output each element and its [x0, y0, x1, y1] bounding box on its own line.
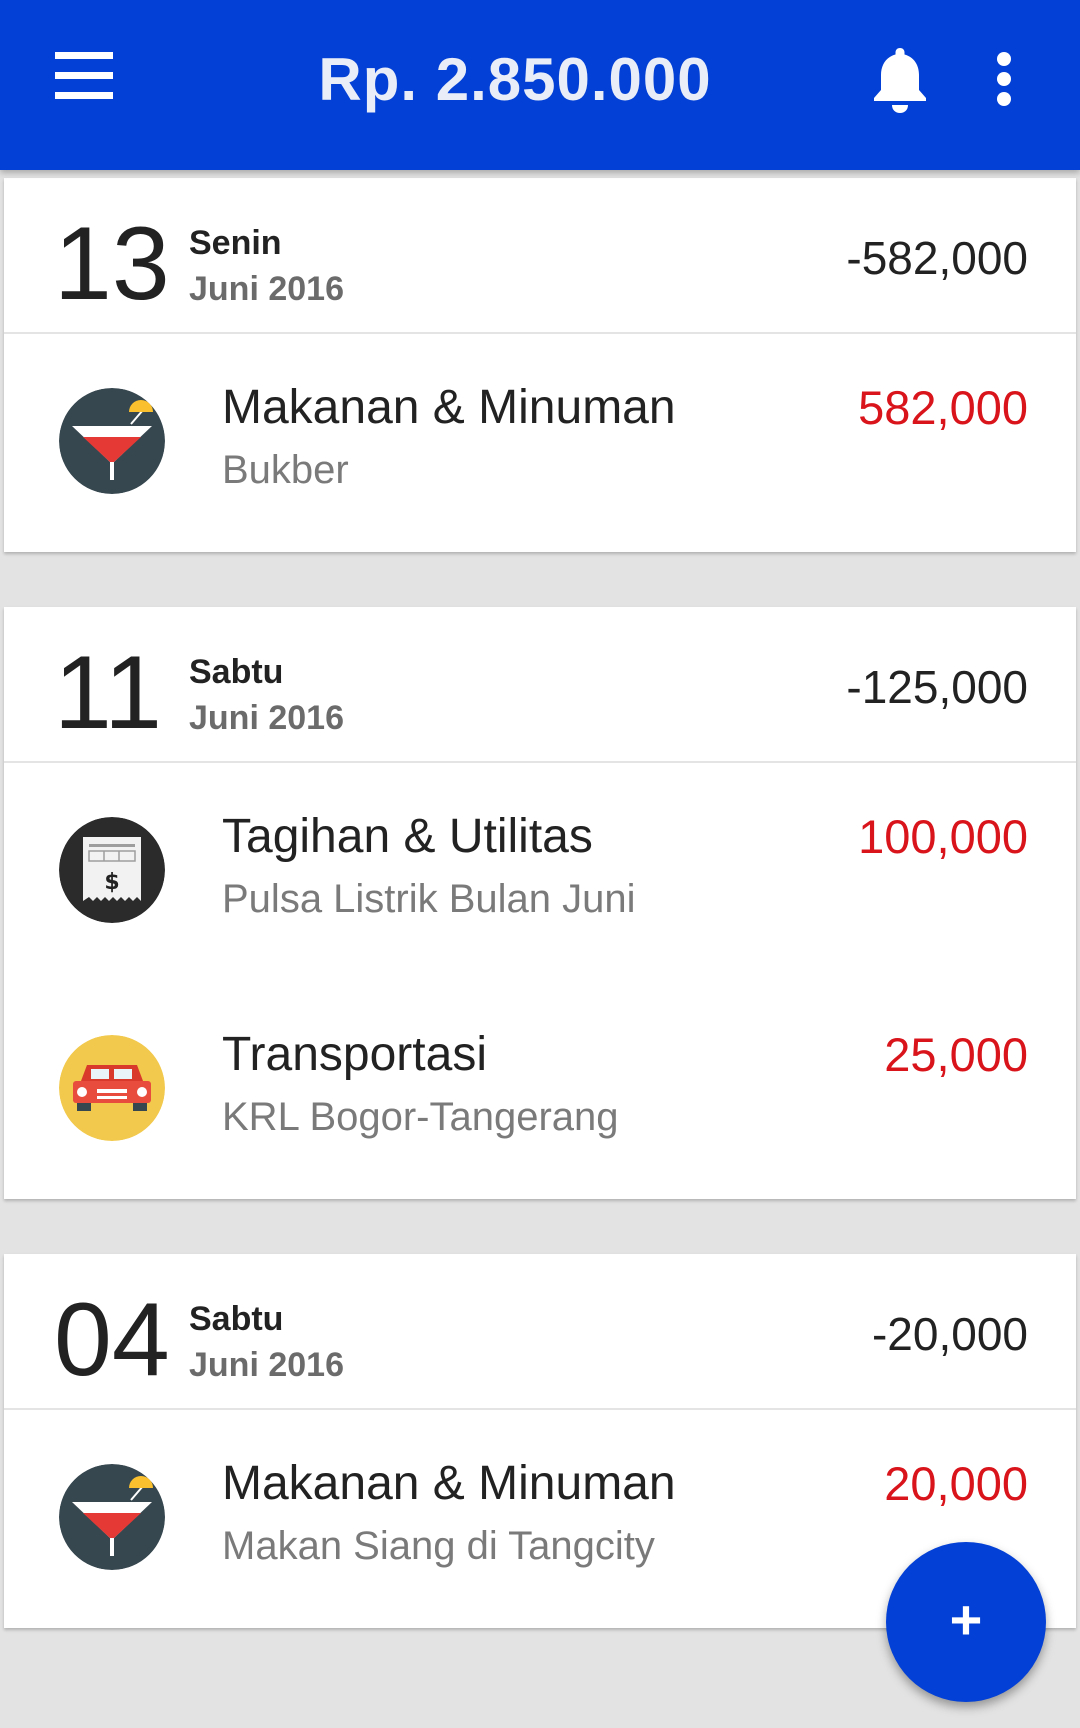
add-icon: +	[949, 1588, 983, 1651]
app-bar: Rp. 2.850.000	[0, 0, 1080, 170]
day-weekday: Sabtu	[189, 653, 284, 691]
day-number: 13	[54, 206, 170, 322]
category-name: Transportasi	[222, 1028, 487, 1081]
transaction-item[interactable]: $ Tagihan & Utilitas Pulsa Listrik Bulan…	[4, 763, 1076, 981]
day-month: Juni 2016	[189, 1346, 344, 1384]
car-icon	[59, 1035, 165, 1141]
balance-title: Rp. 2.850.000	[318, 46, 712, 113]
transaction-amount: 100,000	[858, 810, 1028, 863]
day-header[interactable]: 04 Sabtu Juni 2016 -20,000	[4, 1254, 1076, 1410]
bell-icon[interactable]	[870, 44, 930, 114]
day-number: 11	[54, 635, 162, 751]
transaction-note: Makan Siang di Tangcity	[222, 1524, 655, 1568]
day-group-card: 11 Sabtu Juni 2016 -125,000 $ Tagihan & …	[4, 607, 1076, 1199]
transaction-amount: 25,000	[884, 1028, 1028, 1081]
day-header[interactable]: 13 Senin Juni 2016 -582,000	[4, 178, 1076, 334]
transaction-item[interactable]: Transportasi KRL Bogor-Tangerang 25,000	[4, 981, 1076, 1199]
hamburger-menu-icon[interactable]	[55, 52, 113, 100]
add-transaction-button[interactable]: +	[886, 1542, 1046, 1702]
day-total: -125,000	[846, 661, 1028, 713]
transaction-amount: 582,000	[858, 381, 1028, 434]
svg-text:$: $	[104, 870, 119, 895]
category-name: Tagihan & Utilitas	[222, 810, 593, 863]
day-month: Juni 2016	[189, 699, 344, 737]
day-group-card: 13 Senin Juni 2016 -582,000 Makanan & Mi…	[4, 178, 1076, 552]
day-total: -20,000	[871, 1308, 1028, 1360]
category-name: Makanan & Minuman	[222, 1457, 676, 1510]
day-month: Juni 2016	[189, 270, 344, 308]
cocktail-icon	[59, 1464, 165, 1570]
transaction-amount: 20,000	[884, 1457, 1028, 1510]
day-number: 04	[54, 1282, 170, 1398]
transaction-note: KRL Bogor-Tangerang	[222, 1095, 619, 1139]
bill-receipt-icon: $	[59, 817, 165, 923]
day-header[interactable]: 11 Sabtu Juni 2016 -125,000	[4, 607, 1076, 763]
transaction-note: Bukber	[222, 448, 349, 492]
cocktail-icon	[59, 388, 165, 494]
day-total: -582,000	[846, 232, 1028, 284]
day-weekday: Senin	[189, 224, 282, 262]
category-name: Makanan & Minuman	[222, 381, 676, 434]
day-weekday: Sabtu	[189, 1300, 284, 1338]
transaction-item[interactable]: Makanan & Minuman Bukber 582,000	[4, 334, 1076, 552]
transaction-note: Pulsa Listrik Bulan Juni	[222, 877, 636, 921]
more-vertical-icon[interactable]	[990, 52, 1020, 112]
